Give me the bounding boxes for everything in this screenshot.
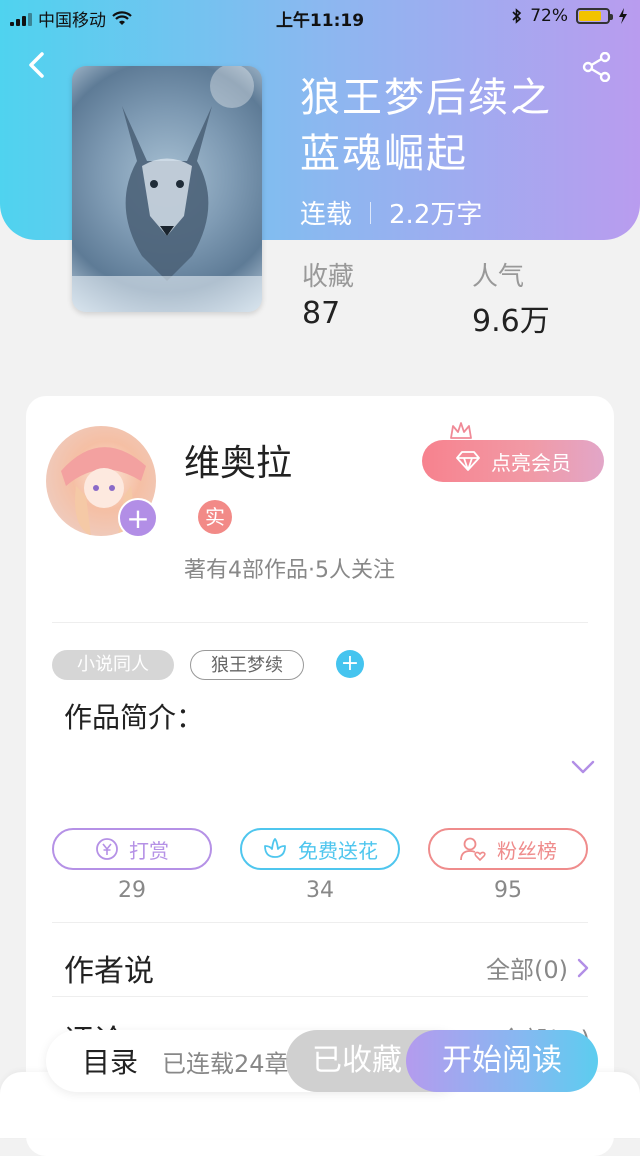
author-says-all-link[interactable]: 全部(0) (486, 950, 590, 985)
word-count: 2.2万字 (389, 200, 483, 230)
serial-chapters-status: 已连载24章 (162, 1049, 289, 1078)
battery-percent: 72% (530, 6, 568, 26)
status-bar: 中国移动 上午11:19 72% (0, 0, 640, 34)
fan-ranking-label: 粉丝榜 (497, 838, 557, 863)
serial-status: 连载 (300, 200, 353, 230)
crown-icon (450, 422, 472, 439)
divider (52, 622, 588, 623)
fan-ranking-count: 95 (494, 878, 522, 903)
popularity-value: 9.6万 (472, 304, 550, 339)
chevron-down-icon[interactable] (570, 758, 596, 776)
divider (52, 922, 588, 923)
favorites-label: 收藏 (302, 262, 355, 292)
bluetooth-icon (512, 8, 522, 24)
popularity-label: 人气 (472, 262, 525, 292)
add-tag-button[interactable]: + (336, 650, 364, 678)
user-heart-icon (460, 837, 486, 862)
author-name[interactable]: 维奥拉 (184, 434, 292, 486)
author-says-title: 作者说 (64, 954, 154, 989)
yen-coin-icon (96, 838, 118, 860)
tag-pill-1[interactable]: 狼王梦续 (190, 650, 304, 680)
verified-badge: 实 (198, 500, 232, 534)
author-says-all-label: 全部(0) (486, 956, 568, 984)
diamond-icon (456, 451, 480, 471)
tip-button[interactable]: 打赏 (52, 828, 212, 870)
tag-pill-0[interactable]: 小说同人 (52, 650, 174, 680)
favorites-value: 87 (302, 296, 341, 331)
book-cover[interactable] (72, 66, 262, 312)
chevron-left-icon (29, 52, 44, 78)
tip-label: 打赏 (129, 838, 169, 863)
charging-icon (619, 8, 627, 24)
vip-button[interactable]: 点亮会员 (422, 440, 604, 482)
fan-ranking-button[interactable]: 粉丝榜 (428, 828, 588, 870)
follow-author-button[interactable]: + (118, 498, 158, 538)
book-meta: 连载 2.2万字 (300, 194, 482, 231)
tip-count: 29 (118, 878, 146, 903)
back-button[interactable] (22, 50, 52, 80)
intro-title: 作品简介： (64, 701, 205, 734)
chevron-right-icon (577, 958, 589, 977)
book-title: 狼王梦后续之 蓝魂崛起 (300, 70, 600, 182)
meta-divider (370, 201, 372, 224)
start-reading-button[interactable]: 开始阅读 (406, 1030, 598, 1092)
book-title-line1: 狼王梦后续之 (300, 75, 552, 121)
flower-icon (264, 838, 286, 858)
author-info: 著有4部作品·5人关注 (184, 558, 395, 583)
toc-label: 目录 (82, 1046, 139, 1079)
battery-icon (576, 8, 613, 24)
book-title-line2: 蓝魂崛起 (300, 131, 468, 177)
vip-button-label: 点亮会员 (491, 450, 571, 475)
send-flower-button[interactable]: 免费送花 (240, 828, 400, 870)
wolf-cover-image (72, 66, 262, 312)
flower-count: 34 (306, 878, 334, 903)
divider (52, 996, 588, 997)
send-flower-label: 免费送花 (298, 838, 378, 863)
